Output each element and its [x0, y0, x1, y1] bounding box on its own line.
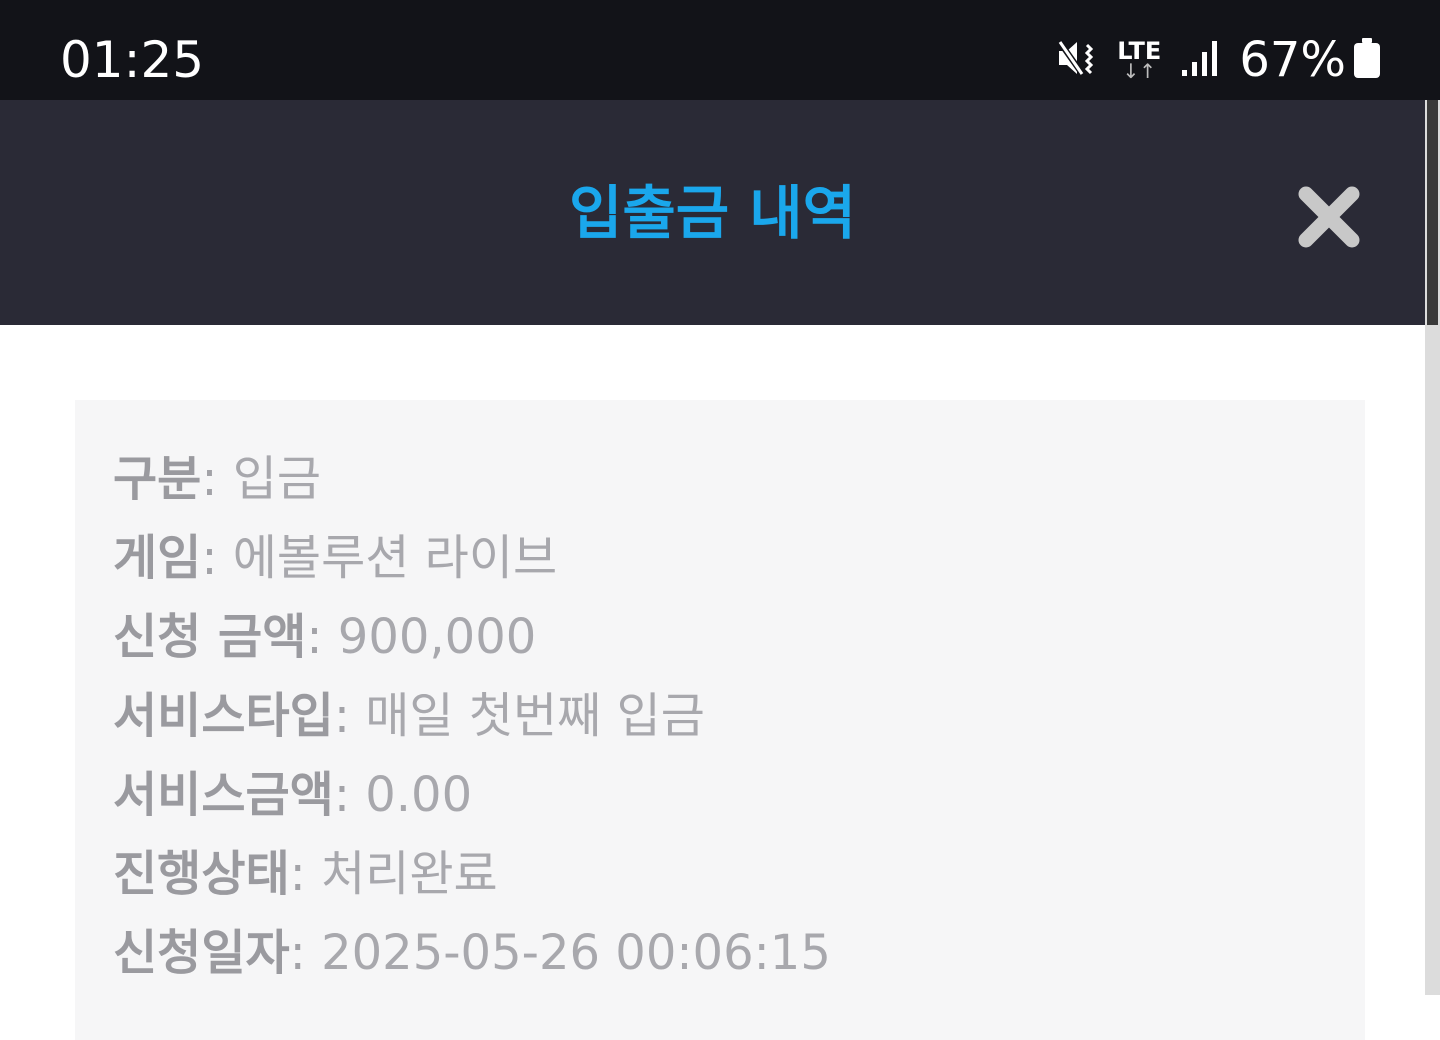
detail-value: 매일 첫번째 입금: [365, 688, 705, 744]
detail-value: 2025-05-26 00:06:15: [321, 925, 831, 981]
detail-separator: :: [289, 925, 322, 981]
detail-value: 에볼루션 라이브: [232, 530, 558, 586]
detail-separator: :: [201, 451, 233, 507]
content-area: 구분: 입금 게임: 에볼루션 라이브 신청 금액: 900,000 서비스타입…: [0, 325, 1425, 1040]
detail-key: 서비스금액: [113, 767, 334, 823]
modal-header: 입출금 내역: [0, 100, 1425, 325]
detail-separator: :: [333, 688, 366, 744]
detail-separator: :: [333, 767, 366, 823]
detail-value: 처리완료: [321, 846, 498, 902]
battery-percent: 67%: [1239, 32, 1346, 88]
detail-row-game: 게임: 에볼루션 라이브: [113, 519, 831, 598]
detail-row-date: 신청일자: 2025-05-26 00:06:15: [113, 914, 831, 993]
detail-key: 게임: [113, 530, 202, 586]
detail-row-amount: 신청 금액: 900,000: [113, 598, 831, 677]
network-arrows: ↓↑: [1122, 59, 1157, 83]
detail-key: 구분: [113, 451, 202, 507]
detail-key: 신청 금액: [113, 609, 307, 665]
scrollbar-thumb[interactable]: [1427, 100, 1438, 325]
battery-icon: [1352, 37, 1382, 83]
detail-row-service-amount: 서비스금액: 0.00: [113, 756, 831, 835]
detail-separator: :: [201, 530, 233, 586]
status-time: 01:25: [60, 31, 205, 89]
close-icon: [1298, 186, 1360, 248]
network-indicator: LTE ↓↑: [1117, 39, 1161, 81]
detail-value: 입금: [232, 451, 322, 507]
status-bar: 01:25 LTE ↓↑ 67%: [0, 0, 1440, 100]
detail-row-status: 진행상태: 처리완료: [113, 835, 831, 914]
detail-separator: :: [306, 609, 338, 665]
page-title: 입출금 내역: [569, 179, 856, 247]
detail-value: 0.00: [365, 767, 473, 823]
detail-separator: :: [289, 846, 322, 902]
close-button[interactable]: [1296, 184, 1362, 250]
mute-vibrate-icon: [1056, 37, 1099, 83]
status-icons: LTE ↓↑ 67%: [1056, 30, 1382, 90]
detail-row-type: 구분: 입금: [113, 440, 831, 519]
detail-list: 구분: 입금 게임: 에볼루션 라이브 신청 금액: 900,000 서비스타입…: [113, 440, 831, 993]
detail-key: 서비스타입: [113, 688, 334, 744]
detail-key: 신청일자: [113, 925, 290, 981]
detail-value: 900,000: [337, 609, 537, 665]
detail-key: 진행상태: [113, 846, 290, 902]
transaction-detail-card: 구분: 입금 게임: 에볼루션 라이브 신청 금액: 900,000 서비스타입…: [75, 400, 1365, 1040]
detail-row-service-type: 서비스타입: 매일 첫번째 입금: [113, 677, 831, 756]
signal-bars-icon: [1179, 38, 1219, 82]
